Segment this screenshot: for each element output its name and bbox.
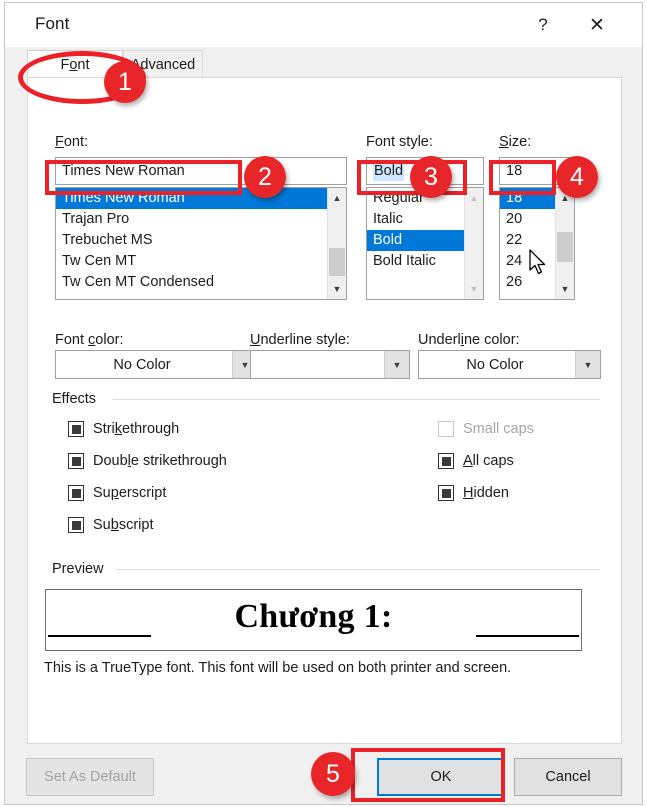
preview-underline-right	[476, 635, 579, 637]
preview-note: This is a TrueType font. This font will …	[44, 660, 512, 676]
checkbox-small-caps: Small caps	[438, 421, 534, 437]
preview-group-divider	[116, 569, 600, 570]
chevron-down-icon[interactable]: ▼	[465, 280, 483, 298]
annotation-badge-5: 5	[311, 752, 355, 796]
checkbox-double-strikethrough[interactable]: Double strikethrough	[68, 453, 227, 469]
tab-strip: Font Advanced	[5, 47, 642, 79]
checkbox-subscript[interactable]: Subscript	[68, 517, 153, 533]
list-item[interactable]: Bold	[367, 230, 464, 251]
chevron-up-icon[interactable]: ▲	[465, 189, 483, 207]
font-style-value: Bold	[373, 161, 405, 181]
checkbox-indicator[interactable]	[68, 453, 84, 469]
font-name-value: Times New Roman	[62, 163, 185, 179]
ok-label: OK	[430, 769, 452, 785]
font-style-scrollbar[interactable]: ▲ ▼	[464, 188, 483, 299]
scrollbar-thumb[interactable]	[557, 232, 573, 262]
underline-color-value: No Color	[466, 356, 524, 373]
list-item[interactable]: Times New Roman	[56, 188, 327, 209]
list-item[interactable]: Trebuchet MS	[56, 230, 327, 251]
font-name-input[interactable]: Times New Roman	[55, 157, 347, 185]
cancel-button[interactable]: Cancel	[514, 758, 622, 796]
chevron-up-icon[interactable]: ▲	[328, 189, 346, 207]
font-style-listbox[interactable]: Regular Italic Bold Bold Italic ▲ ▼	[366, 187, 484, 300]
font-color-label: Font color:	[55, 332, 124, 348]
checkbox-hidden[interactable]: Hidden	[438, 485, 509, 501]
checkbox-label: Strikethrough	[93, 421, 180, 437]
preview-underline-left	[48, 635, 151, 637]
checkbox-label: Small caps	[463, 421, 534, 437]
preview-group-label: Preview	[52, 561, 110, 577]
checkbox-superscript[interactable]: Superscript	[68, 485, 166, 501]
scrollbar-thumb[interactable]	[329, 248, 345, 276]
checkbox-label: Subscript	[93, 517, 154, 533]
chevron-down-icon[interactable]: ▼	[328, 280, 346, 298]
underline-style-label: Underline style:	[250, 332, 350, 348]
font-name-listbox[interactable]: Times New Roman Trajan Pro Trebuchet MS …	[55, 187, 347, 300]
checkbox-label: Superscript	[93, 485, 167, 501]
annotation-badge-1: 1	[104, 61, 146, 103]
list-item[interactable]: Trajan Pro	[56, 209, 327, 230]
checkbox-indicator[interactable]	[438, 485, 454, 501]
size-label: Size:	[499, 134, 532, 150]
chevron-down-icon[interactable]: ▼	[556, 280, 574, 298]
underline-style-combo[interactable]: ▼	[250, 350, 410, 379]
cancel-label: Cancel	[545, 769, 591, 785]
checkbox-indicator[interactable]	[68, 421, 84, 437]
list-item[interactable]: 20	[500, 209, 555, 230]
checkbox-all-caps[interactable]: All caps	[438, 453, 514, 469]
font-style-label: Font style:	[366, 134, 433, 150]
size-list-scrollbar[interactable]: ▲ ▼	[555, 188, 574, 299]
checkbox-label: Hidden	[463, 485, 509, 501]
checkbox-indicator[interactable]	[68, 517, 84, 533]
size-listbox[interactable]: 18 20 22 24 26 ▲ ▼	[499, 187, 575, 300]
chevron-down-icon[interactable]: ▼	[575, 351, 600, 378]
effects-group-label: Effects	[52, 391, 103, 407]
tab-font-label: Font	[60, 56, 90, 73]
font-label: Font:	[55, 134, 89, 150]
font-list-scrollbar[interactable]: ▲ ▼	[327, 188, 346, 299]
checkbox-indicator[interactable]	[68, 485, 84, 501]
set-as-default-button[interactable]: Set As Default	[26, 758, 154, 796]
preview-box: Chương 1:	[45, 589, 582, 651]
list-item[interactable]: Tw Cen MT	[56, 251, 327, 272]
close-icon[interactable]: ✕	[574, 3, 620, 47]
preview-sample-text: Chương 1:	[234, 598, 393, 635]
underline-color-combo[interactable]: No Color ▼	[418, 350, 601, 379]
dialog-title: Font	[35, 14, 70, 33]
help-icon[interactable]: ?	[520, 3, 566, 47]
annotation-badge-3: 3	[410, 156, 452, 198]
list-item[interactable]: Italic	[367, 209, 464, 230]
set-as-default-label: Set As Default	[44, 769, 136, 785]
list-item[interactable]: Bold Italic	[367, 251, 464, 272]
annotation-badge-2: 2	[244, 156, 286, 198]
checkbox-label: All caps	[463, 453, 514, 469]
effects-group-divider	[113, 399, 600, 400]
list-item[interactable]: 22	[500, 230, 555, 251]
ok-button[interactable]: OK	[377, 758, 505, 796]
font-color-value: No Color	[113, 356, 171, 373]
title-bar: Font ? ✕	[5, 3, 642, 47]
checkbox-strikethrough[interactable]: Strikethrough	[68, 421, 179, 437]
checkbox-indicator[interactable]	[438, 453, 454, 469]
size-value: 18	[506, 163, 523, 179]
list-item[interactable]: Tw Cen MT Condensed	[56, 272, 327, 293]
chevron-down-icon[interactable]: ▼	[384, 351, 409, 378]
font-color-combo[interactable]: No Color ▼	[55, 350, 258, 379]
checkbox-label: Double strikethrough	[93, 453, 227, 469]
list-item[interactable]: 18	[500, 188, 555, 209]
font-dialog: Font ? ✕ Font Advanced Font: Times New R…	[4, 2, 643, 805]
annotation-badge-4: 4	[556, 156, 598, 198]
checkbox-indicator	[438, 421, 454, 437]
underline-color-label: Underline color:	[418, 332, 520, 348]
mouse-cursor-icon	[529, 249, 546, 275]
